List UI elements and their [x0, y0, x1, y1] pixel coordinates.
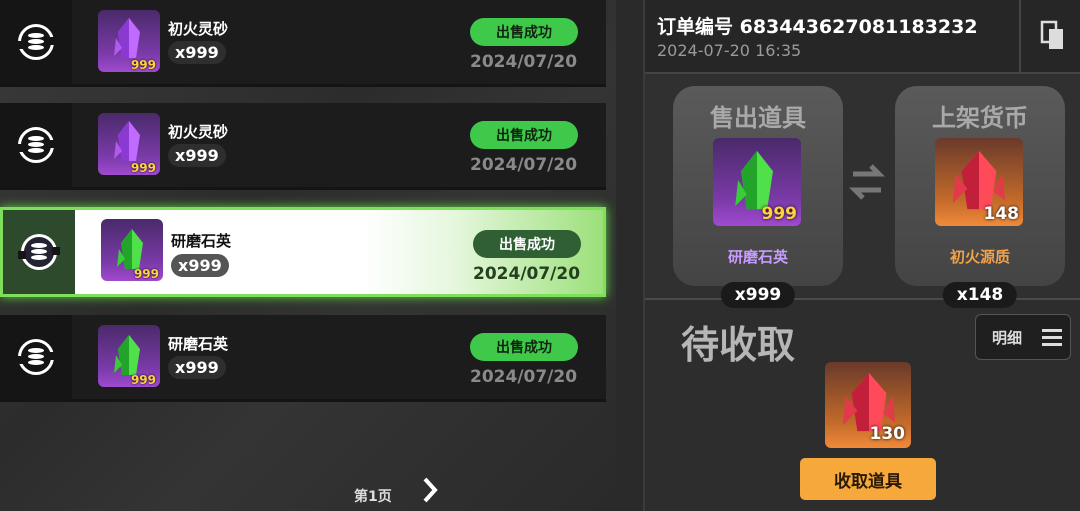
item-name: 初火灵砂 [168, 123, 229, 141]
order-detail-panel: 订单编号 683443627081183232 2024-07-20 16:35… [643, 0, 1080, 511]
item-name: 研磨石英 [168, 335, 229, 353]
item-count: x999 [171, 254, 229, 277]
sold-item-icon-qty: 999 [761, 204, 798, 224]
sold-item-name: 研磨石英 [727, 248, 788, 266]
order-time: 2024-07-20 16:35 [657, 41, 802, 60]
pending-reward-qty: 130 [869, 424, 906, 444]
status-badge: 出售成功 [470, 333, 578, 361]
trade-cycle-icon [3, 210, 75, 294]
item-icon: 999 [98, 10, 160, 72]
item-count: x999 [168, 41, 226, 64]
item-icon-qty: 999 [133, 267, 159, 281]
status-badge: 出售成功 [470, 121, 578, 149]
copy-icon[interactable] [1019, 0, 1080, 72]
order-date: 2024/07/20 [470, 155, 578, 175]
listing-currency-name: 初火源质 [949, 248, 1010, 266]
listing-currency-icon-qty: 148 [983, 204, 1020, 224]
item-icon-qty: 999 [130, 373, 156, 387]
sold-item-card: 售出道具 999 研磨石英 x999 [673, 86, 843, 308]
listing-currency-icon: 148 [935, 138, 1023, 226]
pending-reward-icon[interactable]: 130 [825, 362, 911, 448]
item-icon: 999 [98, 113, 160, 175]
item-icon: 999 [101, 219, 163, 281]
next-page-chevron-icon[interactable] [418, 470, 442, 510]
sold-item-icon: 999 [713, 138, 801, 226]
trade-cycle-icon [0, 103, 72, 187]
sold-item-title: 售出道具 [710, 104, 806, 132]
trade-cycle-icon [0, 315, 72, 399]
status-badge: 出售成功 [470, 18, 578, 46]
order-date: 2024/07/20 [470, 52, 578, 72]
claim-items-button[interactable]: 收取道具 [800, 458, 936, 500]
details-button-label: 明细 [992, 328, 1023, 347]
details-button[interactable]: 明细 [975, 314, 1071, 360]
order-row[interactable]: 999 初火灵砂 x999 出售成功 2024/07/20 [0, 0, 606, 87]
item-icon: 999 [98, 325, 160, 387]
listing-currency-count: x148 [942, 282, 1018, 308]
item-icon-qty: 999 [130, 161, 156, 175]
menu-icon [1042, 329, 1062, 346]
order-row-selected[interactable]: 999 研磨石英 x999 出售成功 2024/07/20 [0, 207, 606, 297]
sold-item-count: x999 [720, 282, 796, 308]
item-name: 研磨石英 [171, 232, 232, 250]
trade-cycle-icon [0, 0, 72, 84]
listing-currency-card: 上架货币 148 初火源质 x148 [895, 86, 1065, 308]
trade-summary: 售出道具 999 研磨石英 x999 上架货币 148 初火源质 x148 [645, 74, 1080, 308]
order-date: 2024/07/20 [473, 264, 581, 284]
order-header: 订单编号 683443627081183232 2024-07-20 16:35 [645, 0, 1080, 74]
listing-currency-title: 上架货币 [932, 104, 1028, 132]
item-name: 初火灵砂 [168, 20, 229, 38]
order-list-panel: 999 初火灵砂 x999 出售成功 2024/07/20 999 初火灵砂 x… [0, 0, 616, 511]
order-number: 订单编号 683443627081183232 [657, 16, 978, 38]
order-row[interactable]: 999 研磨石英 x999 出售成功 2024/07/20 [0, 315, 606, 402]
order-row[interactable]: 999 初火灵砂 x999 出售成功 2024/07/20 [0, 103, 606, 190]
page-indicator: 第1页 [354, 489, 392, 505]
status-badge: 出售成功 [473, 230, 581, 258]
item-count: x999 [168, 144, 226, 167]
exchange-arrows-icon [848, 162, 886, 202]
item-count: x999 [168, 356, 226, 379]
pending-title: 待收取 [681, 323, 796, 367]
order-date: 2024/07/20 [470, 367, 578, 387]
item-icon-qty: 999 [130, 58, 156, 72]
